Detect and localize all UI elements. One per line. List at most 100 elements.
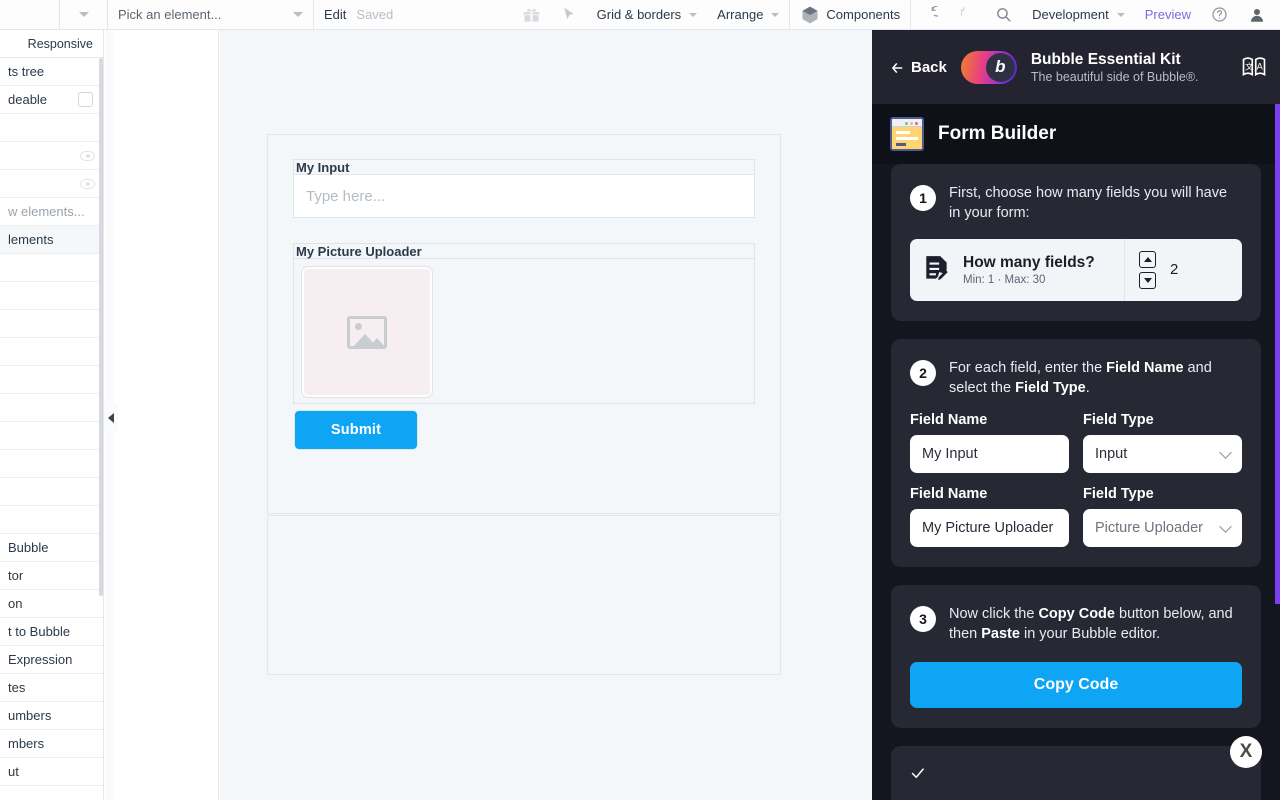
field-name-column: Field Name My Input [910, 412, 1069, 474]
form-field-uploader[interactable]: My Picture Uploader [293, 243, 755, 404]
element-picker-dropdown[interactable]: Pick an element... [108, 0, 313, 30]
search-icon [995, 6, 1012, 23]
uploader-field-label: My Picture Uploader [293, 243, 755, 259]
element-type-dropdown[interactable] [60, 0, 108, 30]
sidebar-row[interactable] [0, 786, 103, 800]
sidebar-row[interactable] [0, 310, 103, 338]
window-dot-red [915, 121, 918, 125]
eye-icon[interactable] [80, 178, 95, 189]
components-label: Components [826, 7, 901, 22]
account-button[interactable] [1238, 0, 1280, 30]
sidebar-row[interactable] [0, 170, 103, 198]
picture-uploader-dropzone[interactable] [302, 267, 432, 397]
field-type-select[interactable]: Picture Uploader [1083, 509, 1242, 548]
eye-icon[interactable] [80, 150, 95, 161]
help-button[interactable] [1201, 0, 1238, 30]
edit-label: Edit [324, 7, 347, 22]
sidebar-checkbox[interactable] [78, 92, 93, 107]
form-group[interactable]: My Input Type here... My Picture Uploade… [267, 134, 781, 514]
sidebar-collapse-button[interactable] [104, 404, 118, 432]
grid-borders-menu[interactable]: Grid & borders [587, 0, 708, 30]
uploader-field-area[interactable] [293, 259, 755, 404]
empty-group[interactable] [267, 515, 781, 675]
sidebar-row-label: mbers [8, 736, 45, 751]
field-type-select[interactable]: Input [1083, 435, 1242, 474]
submit-button[interactable]: Submit [294, 410, 418, 450]
stepper-buttons [1139, 250, 1156, 289]
stepper-up-button[interactable] [1139, 250, 1156, 268]
pointer-tool-button[interactable] [551, 0, 587, 30]
pointer-icon [561, 6, 577, 23]
sidebar-row[interactable] [0, 142, 103, 170]
field-name-input[interactable]: My Input [910, 435, 1069, 474]
sidebar-row[interactable] [0, 450, 103, 478]
sidebar-row[interactable]: mbers [0, 730, 103, 758]
sidebar-row-label: on [8, 596, 23, 611]
sidebar-row[interactable] [0, 338, 103, 366]
sidebar-scrollbar[interactable] [99, 58, 103, 596]
plugin-header: Back b Bubble Essential Kit The beautifu… [872, 30, 1280, 104]
sidebar-row[interactable]: w elements... [0, 198, 103, 226]
field-name-column: Field Name My Picture Uploader [910, 486, 1069, 548]
field-type-value: Input [1095, 446, 1128, 463]
plugin-subtitle: The beautiful side of Bubble®. [1030, 69, 1199, 84]
sidebar-row[interactable] [0, 114, 103, 142]
redo-icon [958, 6, 975, 23]
form-window-icon [890, 117, 924, 151]
plugin-section-title: Form Builder [938, 123, 1057, 144]
edit-tab[interactable]: Edit [314, 0, 356, 30]
sidebar-row[interactable] [0, 394, 103, 422]
gift-button[interactable] [512, 0, 551, 30]
panel-scrollbar[interactable] [1275, 104, 1280, 604]
sidebar-row[interactable]: ut [0, 758, 103, 786]
close-button[interactable]: X [1230, 736, 1262, 768]
sidebar-row[interactable]: on [0, 590, 103, 618]
field-type-value: Picture Uploader [1095, 520, 1203, 537]
toolbar-left-stub [0, 0, 60, 30]
sidebar-row[interactable] [0, 282, 103, 310]
sidebar-row[interactable]: lements [0, 226, 103, 254]
field-name-value: My Picture Uploader [922, 520, 1054, 537]
sidebar-row[interactable]: umbers [0, 702, 103, 730]
components-button[interactable]: Components [790, 0, 910, 30]
step-3-text: Now click the Copy Code button below, an… [949, 606, 1233, 643]
input-field[interactable]: Type here... [293, 175, 755, 218]
svg-text:A: A [1257, 61, 1264, 71]
copy-code-button[interactable]: Copy Code [910, 662, 1242, 709]
sidebar-row[interactable] [0, 422, 103, 450]
search-button[interactable] [985, 0, 1022, 30]
field-config-row: Field Name My Picture Uploader Field Type P… [910, 486, 1242, 548]
back-button[interactable]: Back [890, 59, 947, 76]
input-field-label: My Input [293, 159, 755, 175]
arrange-label: Arrange [717, 7, 764, 22]
sidebar-row-label: tor [8, 568, 24, 583]
copy-code-label: Copy Code [1033, 676, 1119, 694]
field-name-input[interactable]: My Picture Uploader [910, 509, 1069, 548]
translate-button[interactable]: A 文 [1240, 53, 1268, 81]
sidebar-row[interactable]: Expression [0, 646, 103, 674]
arrange-menu[interactable]: Arrange [707, 0, 789, 30]
document-edit-icon [924, 255, 950, 285]
step-3-heading: 3 Now click the Copy Code button below, … [910, 605, 1242, 645]
translate-icon: A 文 [1242, 57, 1266, 77]
sidebar-row[interactable]: tor [0, 562, 103, 590]
stepper-down-button[interactable] [1139, 271, 1156, 289]
version-menu[interactable]: Development [1022, 0, 1135, 30]
sidebar-row[interactable] [0, 478, 103, 506]
sidebar-row[interactable]: tes [0, 674, 103, 702]
sidebar-tab-responsive[interactable]: Responsive [0, 30, 103, 58]
sidebar-row[interactable]: t to Bubble [0, 618, 103, 646]
grid-borders-label: Grid & borders [596, 7, 682, 22]
sidebar-row[interactable] [0, 366, 103, 394]
sidebar-row[interactable] [0, 254, 103, 282]
redo-button[interactable] [948, 0, 985, 30]
sidebar-row[interactable]: ts tree [0, 58, 103, 86]
form-field-input[interactable]: My Input Type here... [293, 159, 755, 218]
gift-icon [522, 5, 541, 24]
undo-button[interactable] [911, 0, 948, 30]
sidebar-row[interactable]: Bubble [0, 534, 103, 562]
preview-button[interactable]: Preview [1135, 0, 1201, 30]
chevron-down-icon [293, 12, 303, 17]
sidebar-row[interactable]: deable [0, 86, 103, 114]
sidebar-row[interactable] [0, 506, 103, 534]
